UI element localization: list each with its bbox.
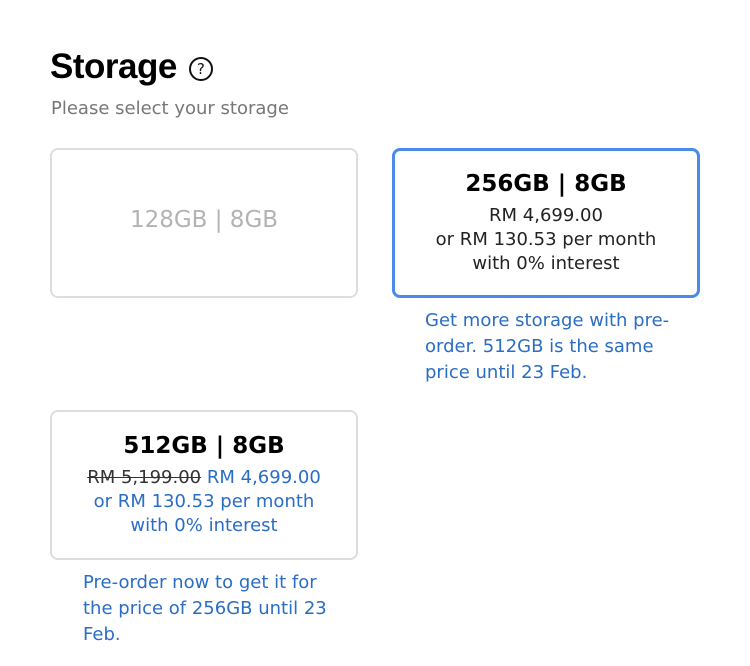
- storage-option-256gb-promo: Get more storage with pre- order. 512GB …: [425, 308, 669, 386]
- storage-option-256gb-monthly: or RM 130.53 per month: [435, 228, 657, 250]
- storage-option-512gb-price-row: RM 5,199.00 RM 4,699.00: [87, 466, 321, 490]
- storage-option-128gb[interactable]: 128GB | 8GB: [50, 148, 358, 298]
- promo-line: Pre-order now to get it for: [83, 572, 317, 593]
- storage-option-256gb-price: RM 4,699.00: [489, 204, 603, 226]
- promo-line: order. 512GB is the same: [425, 336, 654, 357]
- sale-price: RM 4,699.00: [206, 466, 321, 488]
- storage-option-256gb-capacity: 256GB | 8GB: [465, 170, 627, 197]
- storage-option-512gb[interactable]: 512GB | 8GB RM 5,199.00 RM 4,699.00 or R…: [50, 410, 358, 560]
- help-icon[interactable]: ?: [188, 56, 213, 81]
- storage-option-256gb[interactable]: 256GB | 8GB RM 4,699.00 or RM 130.53 per…: [392, 148, 700, 298]
- storage-option-512gb-capacity: 512GB | 8GB: [123, 432, 285, 459]
- storage-option-512gb-monthly: or RM 130.53 per month: [93, 490, 315, 512]
- storage-header: Storage ?: [50, 42, 213, 92]
- storage-option-512gb-promo: Pre-order now to get it for the price of…: [83, 570, 327, 648]
- storage-option-256gb-interest: with 0% interest: [472, 252, 620, 274]
- storage-subtitle: Please select your storage: [51, 98, 289, 119]
- promo-line: Get more storage with pre-: [425, 310, 670, 331]
- storage-option-128gb-capacity: 128GB | 8GB: [129, 206, 279, 233]
- promo-line: Feb.: [83, 624, 121, 645]
- promo-line: price until 23 Feb.: [425, 362, 588, 383]
- original-price: RM 5,199.00: [87, 466, 202, 488]
- promo-line: the price of 256GB until 23: [83, 598, 327, 619]
- storage-option-512gb-interest: with 0% interest: [130, 514, 278, 536]
- page-title: Storage: [50, 47, 177, 86]
